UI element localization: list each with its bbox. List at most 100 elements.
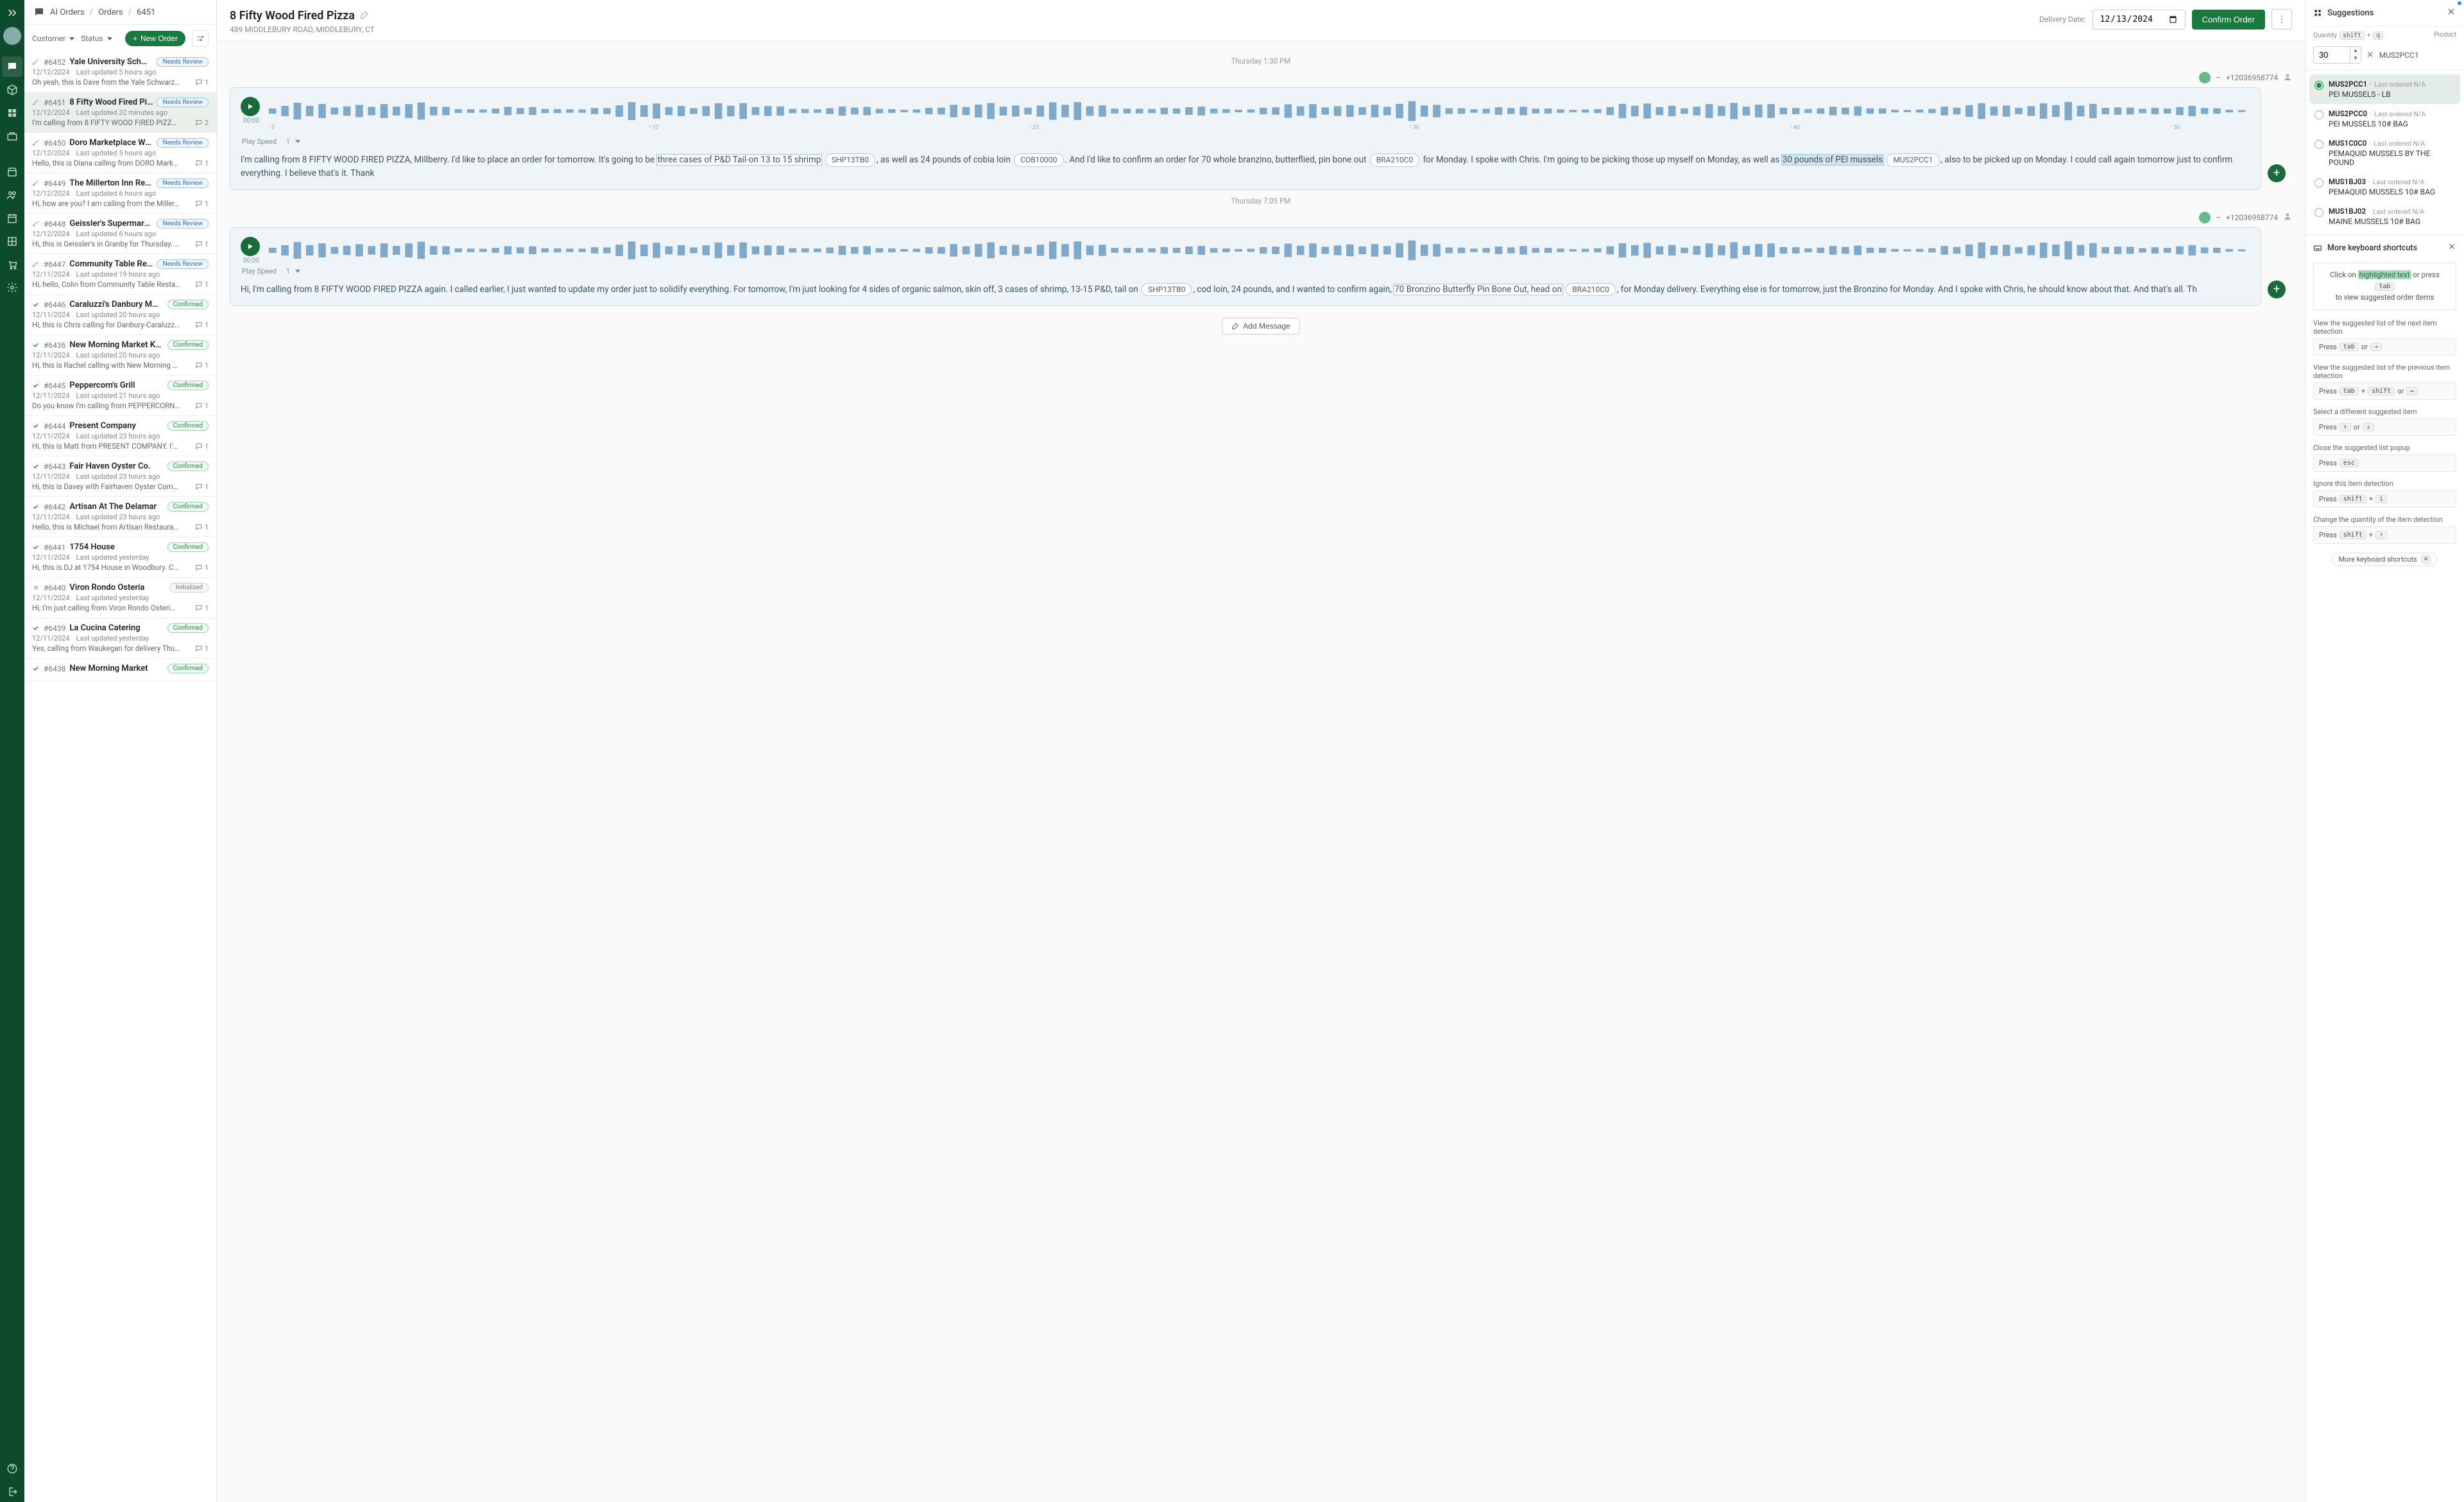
suggestion-list: MUS2PCC1·Last ordered N/APEI MUSSELS - L… [2306,71,2464,235]
suggestion-item[interactable]: MUS2PCC1·Last ordered N/APEI MUSSELS - L… [2309,74,2460,104]
filter-status[interactable]: Status [81,34,112,43]
more-shortcuts-button[interactable]: More keyboard shortcuts ⌘ [2332,553,2438,566]
order-date: 12/12/2024 [32,230,70,238]
order-list[interactable]: #6452Yale University Schwar…Needs Review… [24,52,216,1502]
detection-highlight[interactable]: 70 Bronzino Butterfly Pin Bone Out, head… [1394,284,1562,295]
waveform[interactable] [269,238,2250,263]
confirm-order-button[interactable]: Confirm Order [2192,10,2265,30]
product-chip[interactable]: MUS2PCC1 [1887,153,1939,167]
order-id: #6442 [44,503,65,512]
play-speed-select[interactable]: Play Speed 1 [242,137,2250,146]
add-item-button[interactable]: + [2268,164,2286,182]
list-settings-button[interactable] [192,30,209,47]
order-list-item[interactable]: #6445Peppercorn's GrillConfirmed12/11/20… [24,376,216,416]
order-customer: 8 Fifty Wood Fired Pizza [69,98,153,107]
filter-customer[interactable]: Customer [32,34,74,43]
radio-icon[interactable] [2314,110,2323,119]
order-updated: Last updated 20 hours ago [76,311,160,319]
nav-calendar[interactable] [2,208,22,229]
order-list-item[interactable]: #6452Yale University Schwar…Needs Review… [24,52,216,92]
nav-apps[interactable] [2,103,22,123]
product-chip[interactable]: SHP13TB0 [825,153,875,167]
nav-settings[interactable] [2,277,22,298]
order-list-item[interactable]: #6449The Millerton Inn Resta…Needs Revie… [24,173,216,214]
quantity-stepper[interactable]: ▲▼ [2350,46,2361,64]
suggestion-item[interactable]: MUS1BJ03·Last ordered N/APEMAQUID MUSSEL… [2309,172,2460,202]
comment-count: 1 [195,523,209,531]
order-preview: Oh yeah, this is Dave from the Yale Schw… [32,78,195,87]
nav-logout[interactable] [2,1481,22,1502]
order-list-item[interactable]: #6446Caraluzzi's Danbury M…Confirmed12/1… [24,295,216,335]
radio-icon[interactable] [2314,178,2323,187]
order-list-item[interactable]: #6444Present CompanyConfirmed12/11/2024L… [24,416,216,456]
order-kind-icon [32,544,40,551]
close-icon[interactable] [2446,6,2456,19]
playback-time: 00:00 [243,117,260,125]
nav-messages[interactable] [2,56,22,77]
nav-grid[interactable] [2,231,22,252]
suggestion-last-ordered: Last ordered N/A [2373,178,2424,186]
product-chip[interactable]: BRA210C0 [1370,153,1420,167]
conversation-scroll[interactable]: Thursday 1:30 PM – +12036958774 00:00 [217,41,2305,1502]
radio-icon[interactable] [2314,208,2323,217]
order-list-item[interactable]: #6440Viron Rondo OsteriaInitialized12/11… [24,578,216,618]
rail-expand-icon[interactable] [4,5,20,21]
radio-icon[interactable] [2314,140,2323,149]
order-list-item[interactable]: #6443Fair Haven Oyster Co.Confirmed12/11… [24,456,216,497]
play-button[interactable] [241,97,260,116]
play-speed-select[interactable]: Play Speed 1 [242,267,2250,275]
close-icon[interactable] [2447,242,2456,254]
status-badge: Confirmed [167,664,209,673]
nav-help[interactable] [2,1458,22,1479]
nav-box[interactable] [2,80,22,100]
order-preview: Hi, this is Rachel calling with New Morn… [32,361,195,370]
order-date: 12/11/2024 [32,594,70,602]
order-customer: Yale University Schwar… [69,57,153,67]
order-list-item[interactable]: #64518 Fifty Wood Fired PizzaNeeds Revie… [24,92,216,133]
order-date: 12/11/2024 [32,311,70,319]
delivery-date-input[interactable] [2092,10,2186,30]
order-date: 12/11/2024 [32,351,70,359]
waveform[interactable] [269,99,2250,123]
breadcrumb-orders[interactable]: Orders [98,8,123,17]
order-list-item[interactable]: #6447Community Table Resta…Needs Review1… [24,254,216,295]
order-list-item[interactable]: #6448Geissler's Supermarket …Needs Revie… [24,214,216,254]
order-customer: New Morning Market K… [69,340,163,350]
add-item-button[interactable]: + [2268,281,2286,298]
order-list-item[interactable]: #6450Doro Marketplace Wet…Needs Review12… [24,133,216,173]
detection-highlight[interactable]: three cases of P&D Tail-on 13 to 15 shri… [657,155,822,165]
order-list-item[interactable]: #6442Artisan At The DelamarConfirmed12/1… [24,497,216,537]
product-chip[interactable]: SHP13TB0 [1142,283,1192,297]
add-message-button[interactable]: Add Message [1222,318,1299,334]
suggestion-item[interactable]: MUS2PCC0·Last ordered N/APEI MUSSELS 10#… [2309,104,2460,134]
suggestion-item[interactable]: MUS1BJ02·Last ordered N/AMAINE MUSSELS 1… [2309,202,2460,231]
order-list-item[interactable]: #6436New Morning Market K…Confirmed12/11… [24,335,216,376]
play-button[interactable] [241,237,260,256]
voicemail-1: 00:00 01020304050 Play Speed 1 I'm calli… [230,87,2261,190]
clear-icon[interactable]: ✕ [2366,50,2374,60]
quantity-input[interactable] [2313,46,2350,64]
nav-cart[interactable] [2,254,22,275]
suggestion-last-ordered: Last ordered N/A [2373,207,2424,216]
order-list-item[interactable]: #6439La Cucina CateringConfirmed12/11/20… [24,618,216,659]
order-preview: Hi, this is Matt from PRESENT COMPANY. I… [32,442,195,451]
breadcrumb-root[interactable]: AI Orders [50,8,85,17]
more-menu-button[interactable]: ⋮ [2272,9,2292,30]
detection-highlight-active[interactable]: 30 pounds of PEI mussels [1782,155,1883,165]
order-kind-icon [32,139,40,146]
suggestion-item[interactable]: MUS1C0C0·Last ordered N/APEMAQUID MUSSEL… [2309,134,2460,172]
suggestion-code: MUS1BJ03 [2329,177,2366,186]
radio-icon[interactable] [2314,81,2323,90]
order-list-item[interactable]: #64411754 HouseConfirmed12/11/2024Last u… [24,537,216,578]
product-chip[interactable]: BRA210C0 [1566,283,1616,297]
product-chip[interactable]: COB10000 [1014,153,1063,167]
edit-icon[interactable] [360,9,369,22]
new-order-button[interactable]: +New Order [125,31,185,46]
avatar[interactable] [3,27,21,45]
comment-count: 2 [195,119,209,127]
order-updated: Last updated 19 hours ago [76,270,160,279]
nav-store[interactable] [2,162,22,182]
nav-users[interactable] [2,185,22,205]
nav-briefcase[interactable] [2,126,22,146]
order-list-item[interactable]: #6438New Morning MarketConfirmed [24,659,216,682]
